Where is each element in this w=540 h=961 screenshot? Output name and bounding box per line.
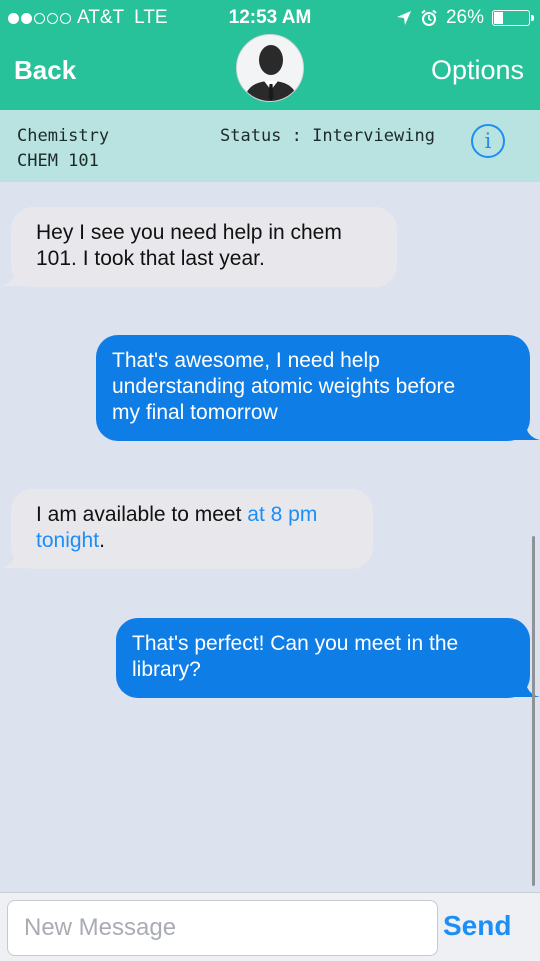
bubble-tail-outgoing — [514, 675, 540, 697]
scrollbar[interactable] — [532, 536, 535, 886]
conversation-info-bar: Chemistry CHEM 101 Status : Interviewing — [0, 110, 540, 182]
battery-percent: 26% — [445, 7, 484, 28]
message-line: tonight. — [36, 528, 348, 554]
message-line: my final tomorrow — [112, 401, 278, 424]
location-arrow-icon — [396, 11, 411, 25]
datetime-link[interactable]: at 8 pm — [247, 503, 317, 526]
contact-avatar-icon[interactable] — [236, 34, 304, 102]
info-icon[interactable]: i — [471, 124, 505, 158]
message-text: . — [99, 529, 105, 552]
message-text: I am available to meet — [36, 503, 248, 526]
message-bubble-outgoing: That's perfect! Can you meet in the libr… — [116, 618, 530, 698]
message-bubble-outgoing: That's awesome, I need help understandin… — [96, 335, 530, 441]
message-line: Hey I see you need help in chem — [36, 221, 342, 244]
message-line: 101. I took that last year. — [36, 247, 265, 270]
app-header: AT&T LTE 12:53 AM 26% Back Options — [0, 0, 540, 110]
message-line: I am available to meet at 8 pm — [36, 502, 348, 528]
new-message-input[interactable] — [7, 900, 438, 956]
send-button[interactable]: Send — [443, 910, 511, 942]
message-line: understanding atomic weights before — [112, 375, 456, 398]
battery-icon — [492, 10, 534, 26]
message-line: That's perfect! Can you meet in the — [132, 632, 459, 655]
status-label: Status : Interviewing — [220, 126, 435, 146]
bubble-tail-incoming — [1, 264, 27, 286]
message-line: That's awesome, I need help — [112, 349, 380, 372]
bubble-tail-outgoing — [514, 418, 540, 440]
datetime-link[interactable]: tonight — [36, 529, 99, 552]
message-bubble-incoming: Hey I see you need help in chem 101. I t… — [11, 207, 397, 287]
back-button[interactable]: Back — [14, 55, 76, 86]
course-code: CHEM 101 — [17, 151, 99, 171]
bubble-tail-incoming — [1, 546, 27, 568]
options-button[interactable]: Options — [431, 55, 524, 86]
status-bar: AT&T LTE 12:53 AM 26% — [0, 0, 540, 34]
message-bubble-incoming: I am available to meet at 8 pm tonight. — [11, 489, 373, 569]
alarm-icon — [421, 9, 437, 26]
message-line: library? — [132, 658, 201, 681]
status-right: 26% — [396, 7, 534, 29]
course-name: Chemistry — [17, 126, 110, 146]
